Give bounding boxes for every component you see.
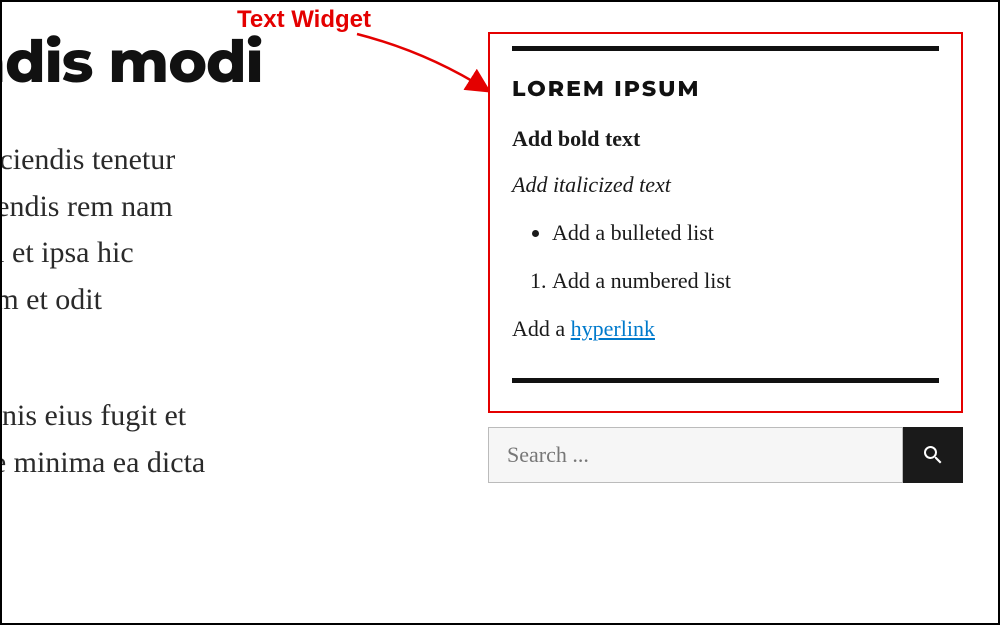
post-content: iendis modi uasi reiciendis tenetur m re… [0,26,432,533]
list-item: Add a bulleted list [552,218,939,248]
search-button[interactable] [903,427,963,483]
post-line: m reiciendis rem nam [0,190,173,223]
sidebar: LOREM IPSUM Add bold text Add italicized… [488,32,963,483]
widget-italic-text: Add italicized text [512,172,939,198]
widget-hyperlink-line: Add a hyperlink [512,316,939,342]
post-paragraph-2: e ut omnis eius fugit et n neque minima … [0,393,432,533]
annotation-label: Text Widget [237,6,371,34]
widget-hyperlink[interactable]: hyperlink [571,316,655,341]
widget-numbered-list: Add a numbered list [552,266,939,296]
screenshot-frame: iendis modi uasi reiciendis tenetur m re… [0,0,1000,625]
post-line: uasi reiciendis tenetur [0,143,175,176]
widget-title: LOREM IPSUM [512,75,939,102]
post-title: iendis modi [0,26,432,97]
search-input[interactable] [488,427,903,483]
post-line: otio qui et ipsa hic [0,236,134,269]
list-item: Add a numbered list [552,266,939,296]
text-widget: LOREM IPSUM Add bold text Add italicized… [488,32,963,413]
post-line: n neque minima ea dicta [0,446,205,479]
search-widget [488,427,963,483]
search-icon [921,443,945,467]
widget-top-rule [512,46,939,51]
widget-bottom-rule [512,378,939,383]
widget-bold-text: Add bold text [512,126,939,152]
link-prefix: Add a [512,316,571,341]
post-paragraph-1: uasi reiciendis tenetur m reiciendis rem… [0,137,432,323]
post-line: e ut omnis eius fugit et [0,399,186,432]
post-line: luptatum et odit [0,283,102,316]
widget-bullet-list: Add a bulleted list [552,218,939,248]
